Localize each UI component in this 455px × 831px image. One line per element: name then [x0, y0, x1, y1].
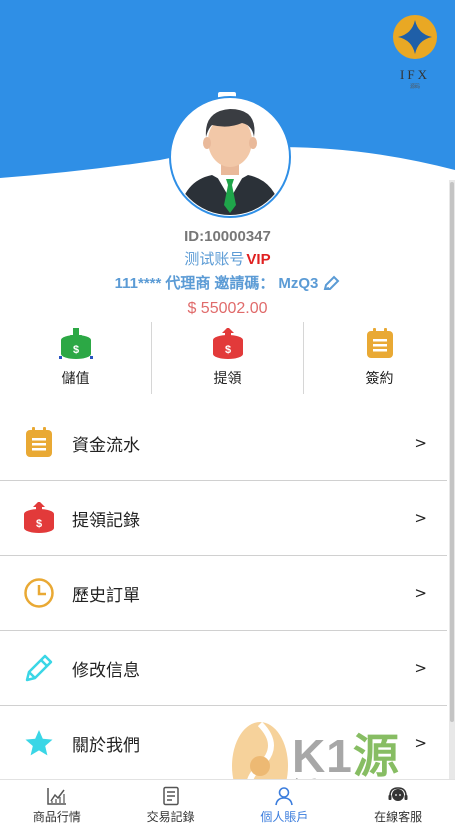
- quick-actions: $ 儲值 $ 提領 簽約: [0, 322, 455, 394]
- chart-icon: [47, 788, 66, 805]
- tab-online-support[interactable]: 在線客服: [341, 780, 455, 831]
- chevron-right-icon: >: [414, 509, 427, 527]
- tab-personal-account[interactable]: 個人賬戶: [228, 780, 342, 831]
- menu-item-order-history[interactable]: 歷史訂單 >: [0, 556, 447, 631]
- contract-button[interactable]: 簽約: [303, 322, 455, 394]
- logo-icon: [393, 15, 437, 59]
- invite-label: 邀請碼：: [214, 275, 275, 292]
- bottom-tab-bar: 商品行情 交易記錄 個人賬戶 在線客服: [0, 779, 455, 831]
- agent-label: 代理商: [165, 275, 211, 292]
- deposit-label: 儲值: [61, 370, 90, 386]
- tab-label: 商品行情: [32, 810, 81, 824]
- agent-number: 111****: [114, 275, 162, 292]
- scrollbar-thumb[interactable]: [450, 182, 454, 722]
- avatar-person-icon: [169, 96, 291, 218]
- menu-item-withdraw-records[interactable]: $ 提領記錄 >: [0, 481, 447, 556]
- tab-label: 個人賬戶: [260, 810, 309, 824]
- withdraw-button[interactable]: $ 提領: [151, 322, 303, 394]
- agent-row: 111**** 代理商 邀請碼： MzQ3: [0, 272, 455, 296]
- svg-text:$: $: [224, 344, 230, 356]
- brand-logo: IFX 源码: [391, 14, 439, 90]
- tab-trade-records[interactable]: 交易記錄: [114, 780, 228, 831]
- menu-label: 歷史訂單: [72, 585, 140, 605]
- avatar[interactable]: [168, 95, 292, 219]
- menu-item-about-us[interactable]: 關於我們 >: [0, 706, 447, 781]
- chevron-right-icon: >: [414, 659, 427, 677]
- menu-label: 修改信息: [72, 660, 140, 680]
- tab-market[interactable]: 商品行情: [0, 780, 114, 831]
- user-icon: [275, 787, 294, 806]
- contract-icon: [366, 328, 393, 358]
- menu-item-edit-info[interactable]: 修改信息 >: [0, 631, 447, 706]
- support-icon: [388, 787, 408, 801]
- menu-label: 關於我們: [72, 735, 140, 755]
- withdraw-record-icon: $: [22, 501, 56, 535]
- account-name: 测试账号: [184, 251, 245, 268]
- chevron-right-icon: >: [414, 434, 427, 452]
- menu-label: 提領記錄: [72, 510, 140, 530]
- tab-label: 在線客服: [374, 810, 423, 824]
- contract-label: 簽約: [365, 370, 394, 386]
- svg-text:$: $: [72, 344, 78, 356]
- withdraw-icon: $: [212, 328, 243, 359]
- balance: $ 55002.00: [187, 300, 268, 317]
- logo-text: IFX: [400, 67, 430, 82]
- svg-text:$: $: [36, 518, 42, 530]
- account-menu: 資金流水 > $ 提領記錄 > 歷史訂單 > 修改信息 > 關於我們 >: [0, 406, 447, 781]
- menu-label: 資金流水: [72, 435, 140, 455]
- clock-icon: [22, 576, 56, 610]
- record-icon: [162, 786, 179, 806]
- invite-code: MzQ3: [278, 275, 319, 292]
- deposit-button[interactable]: $ 儲值: [0, 322, 151, 394]
- vip-badge: VIP: [246, 251, 271, 268]
- chevron-right-icon: >: [414, 584, 427, 602]
- deposit-icon: $: [58, 328, 93, 359]
- star-icon: [22, 726, 56, 760]
- user-id: ID:10000347: [184, 228, 271, 245]
- ledger-icon: [22, 426, 56, 460]
- edit-pencil-icon[interactable]: [322, 275, 340, 293]
- pencil-icon: [22, 651, 56, 685]
- withdraw-label: 提領: [213, 370, 242, 386]
- menu-item-fund-flow[interactable]: 資金流水 >: [0, 406, 447, 481]
- account-name-row: 测试账号 VIP: [0, 248, 455, 272]
- profile-info: ID:10000347 测试账号 VIP 111**** 代理商 邀請碼： MzQ3…: [0, 226, 455, 322]
- logo-subtext: 源码: [409, 84, 420, 90]
- chevron-right-icon: >: [414, 734, 427, 752]
- tab-label: 交易記錄: [146, 810, 195, 824]
